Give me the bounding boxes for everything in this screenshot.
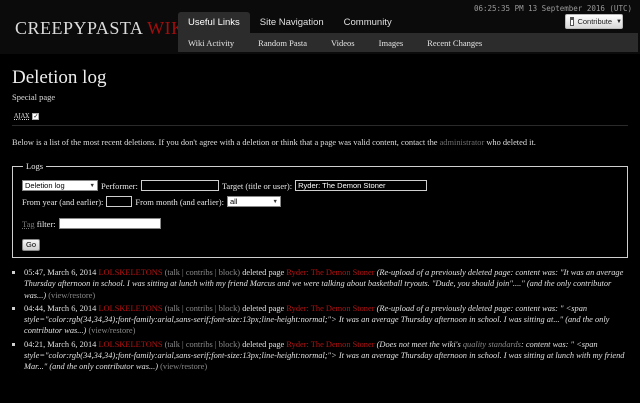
logs-legend: Logs bbox=[23, 161, 46, 171]
entry-block-link[interactable]: block bbox=[219, 268, 238, 277]
entry-talk-link[interactable]: talk bbox=[167, 304, 180, 313]
entry-block-link[interactable]: block bbox=[219, 340, 238, 349]
row-tag-filter: Tag filter: bbox=[22, 218, 161, 229]
target-input[interactable]: Ryder: The Demon Stoner bbox=[295, 180, 428, 191]
entry-view-restore-link[interactable]: view/restore bbox=[163, 362, 204, 371]
entry-target-link[interactable]: Ryder: The Demon Stoner bbox=[286, 340, 374, 349]
site-logo[interactable]: CREEPYPASTA WIKI bbox=[15, 18, 191, 39]
target-label: Target (title or user): bbox=[221, 180, 293, 191]
top-nav-tabs: Useful Links Site Navigation Community bbox=[178, 12, 402, 33]
subnav-wiki-activity[interactable]: Wiki Activity bbox=[188, 38, 234, 48]
performer-input[interactable] bbox=[140, 180, 219, 191]
intro-text: Below is a list of the most recent delet… bbox=[12, 138, 628, 147]
row-year-month: From year (and earlier): From month (and… bbox=[22, 196, 281, 207]
entry-talk-link[interactable]: talk bbox=[167, 268, 180, 277]
entry-view-restore-link[interactable]: view/restore bbox=[91, 326, 132, 335]
row-type-performer-target: Deletion log ▼ Performer: Target (title o… bbox=[22, 180, 428, 191]
entry-action: deleted page bbox=[240, 339, 287, 349]
intro-before: Below is a list of the most recent delet… bbox=[12, 138, 440, 147]
logs-fieldset: Logs Deletion log ▼ Performer: Target (ti… bbox=[12, 161, 628, 258]
tag-filter-suffix: filter: bbox=[34, 218, 56, 229]
tag-filter-input[interactable] bbox=[58, 218, 161, 229]
entry-contribs-link[interactable]: contribs bbox=[186, 340, 213, 349]
tag-link[interactable]: Tag bbox=[22, 219, 35, 229]
tag-filter-label: Tag filter: bbox=[22, 219, 56, 229]
ajax-checkbox[interactable]: ✓ bbox=[32, 113, 40, 120]
entry-talk-link[interactable]: talk bbox=[167, 340, 180, 349]
ajax-toggle: AJAX ✓ bbox=[14, 113, 40, 120]
tab-useful-links[interactable]: Useful Links bbox=[178, 12, 250, 33]
contribute-label: Contribute bbox=[577, 17, 613, 26]
go-button[interactable]: Go bbox=[22, 239, 40, 251]
month-value: all bbox=[229, 197, 238, 206]
entry-time: 04:21, March 6, 2014 bbox=[24, 339, 97, 349]
page-icon bbox=[570, 17, 575, 26]
chevron-down-icon: ▼ bbox=[272, 198, 278, 205]
entry-user-link[interactable]: LOLSKELETONS bbox=[98, 304, 162, 313]
log-entry: 05:47, March 6, 2014 LOLSKELETONS (talk … bbox=[12, 267, 628, 301]
page-subtitle: Special page bbox=[12, 92, 56, 102]
entry-target-link[interactable]: Ryder: The Demon Stoner bbox=[286, 268, 374, 277]
ajax-label: AJAX bbox=[14, 113, 30, 120]
subnav-recent-changes[interactable]: Recent Changes bbox=[427, 38, 482, 48]
chevron-down-icon: ▼ bbox=[616, 18, 622, 25]
entry-contribs-link[interactable]: contribs bbox=[186, 268, 213, 277]
entry-block-link[interactable]: block bbox=[219, 304, 238, 313]
subnav-random-pasta[interactable]: Random Pasta bbox=[258, 38, 307, 48]
year-input[interactable] bbox=[106, 196, 133, 207]
server-timestamp: 06:25:35 PM 13 September 2016 (UTC) bbox=[473, 4, 632, 13]
logo-main: CREEPYPASTA bbox=[15, 18, 143, 38]
subnav-videos[interactable]: Videos bbox=[331, 38, 355, 48]
page-title: Deletion log bbox=[12, 67, 107, 88]
subnav-images[interactable]: Images bbox=[379, 38, 404, 48]
entry-target-link[interactable]: Ryder: The Demon Stoner bbox=[286, 304, 374, 313]
entry-action: deleted page bbox=[240, 268, 287, 277]
intro-after: who deleted it. bbox=[484, 138, 536, 147]
quality-standards-link[interactable]: quality standards bbox=[463, 340, 521, 349]
entry-action: deleted page bbox=[240, 303, 287, 313]
entry-contribs-link[interactable]: contribs bbox=[186, 304, 213, 313]
log-type-select[interactable]: Deletion log ▼ bbox=[22, 180, 98, 191]
performer-label: Performer: bbox=[101, 180, 138, 191]
top-bar: CREEPYPASTA WIKI 06:25:35 PM 13 Septembe… bbox=[0, 0, 640, 54]
year-label: From year (and earlier): bbox=[22, 196, 104, 207]
divider bbox=[12, 125, 628, 126]
log-entry: 04:44, March 6, 2014 LOLSKELETONS (talk … bbox=[12, 303, 628, 337]
entry-user-link[interactable]: LOLSKELETONS bbox=[98, 340, 162, 349]
month-select[interactable]: all ▼ bbox=[226, 196, 281, 207]
entry-time: 05:47, March 6, 2014 bbox=[24, 268, 97, 277]
entry-user-link[interactable]: LOLSKELETONS bbox=[98, 268, 162, 277]
entry-reason-before: (Does not meet the wiki's bbox=[376, 339, 463, 349]
deletion-log-list: 05:47, March 6, 2014 LOLSKELETONS (talk … bbox=[12, 267, 628, 375]
chevron-down-icon: ▼ bbox=[89, 182, 95, 189]
administrator-link[interactable]: administrator bbox=[440, 138, 485, 147]
contribute-button[interactable]: Contribute ▼ bbox=[565, 14, 623, 29]
entry-time: 04:44, March 6, 2014 bbox=[24, 303, 97, 313]
entry-view-restore-link[interactable]: view/restore bbox=[51, 291, 92, 300]
tab-site-navigation[interactable]: Site Navigation bbox=[250, 12, 334, 33]
log-entry: 04:21, March 6, 2014 LOLSKELETONS (talk … bbox=[12, 339, 628, 373]
month-label: From month (and earlier): bbox=[135, 196, 224, 207]
log-type-value: Deletion log bbox=[25, 181, 65, 190]
sub-navigation: Wiki Activity Random Pasta Videos Images… bbox=[178, 33, 638, 52]
tab-community[interactable]: Community bbox=[334, 12, 402, 33]
